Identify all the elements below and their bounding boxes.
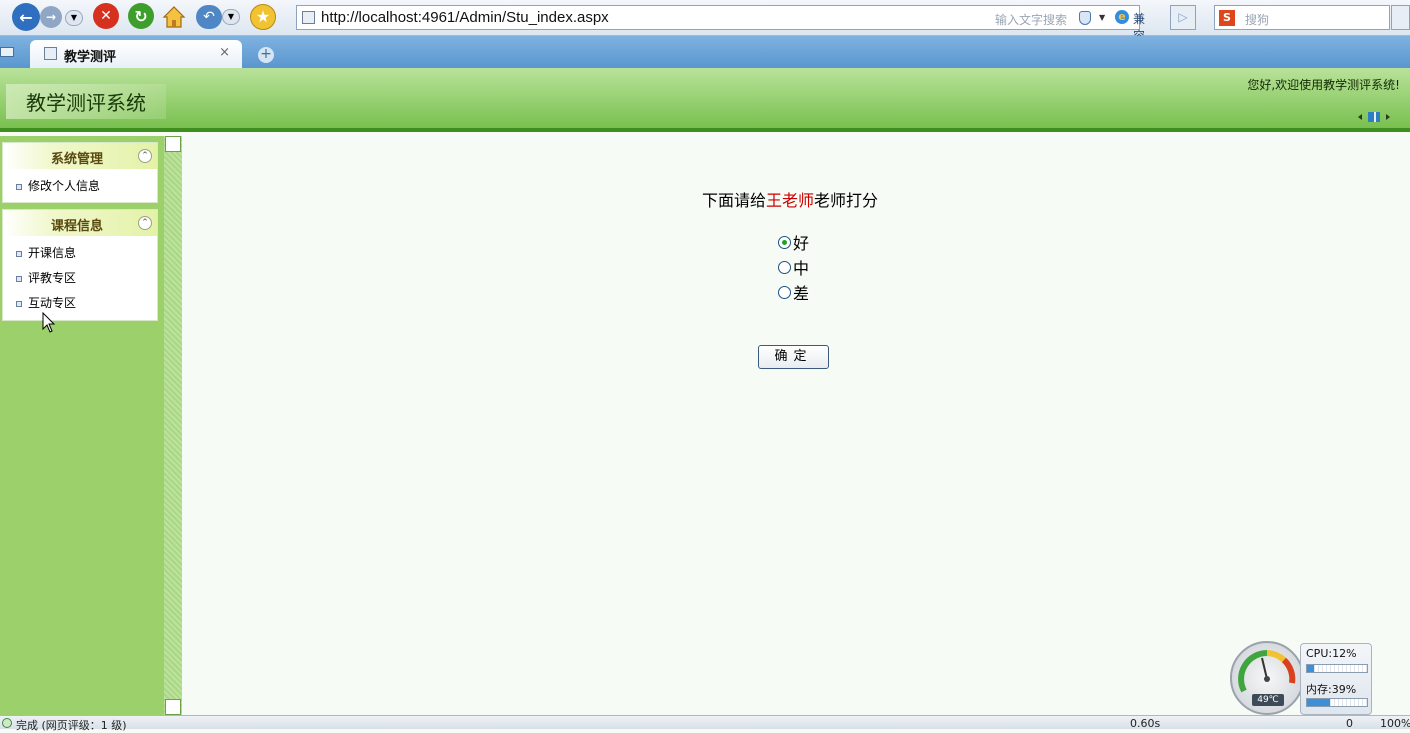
history-dropdown-icon[interactable]: ▼ — [65, 10, 83, 26]
rating-option-medium[interactable]: 中 — [778, 256, 809, 278]
radio-label: 差 — [793, 284, 810, 303]
new-tab-icon[interactable]: + — [258, 47, 274, 63]
welcome-text: 您好,欢迎使用教学测评系统! — [1247, 78, 1400, 92]
tab-bar: 教学测评 × + — [0, 36, 1410, 68]
confirm-button[interactable]: 确定 — [758, 345, 829, 369]
sidebar-item-label: 修改个人信息 — [28, 179, 101, 193]
prompt-prefix: 下面请给 — [702, 191, 767, 210]
cpu-bar — [1306, 664, 1368, 673]
cpu-bar-fill — [1307, 665, 1315, 672]
forward-icon[interactable]: → — [40, 6, 62, 28]
address-search-hint: 输入文字搜索 — [995, 13, 1068, 27]
rating-prompt: 下面请给王老师老师打分 — [702, 187, 878, 211]
bullet-icon — [16, 184, 22, 190]
splitter-bottom-handle[interactable] — [165, 699, 181, 715]
splitter-top-handle[interactable] — [165, 136, 181, 152]
radio-label: 好 — [793, 234, 810, 253]
cpu-label: CPU:12% — [1306, 647, 1357, 660]
cpu-gauge: 49℃ — [1230, 641, 1304, 715]
panel-header[interactable]: 课程信息 ⌃ — [3, 210, 157, 236]
system-monitor-widget[interactable]: 49℃ CPU:12% 内存:39% — [1230, 641, 1372, 715]
favorites-star-icon[interactable]: ★ — [250, 4, 276, 30]
home-icon[interactable] — [161, 4, 187, 30]
panel-title: 课程信息 — [50, 219, 103, 234]
shield-icon — [1079, 11, 1091, 25]
temperature-readout: 49℃ — [1252, 694, 1284, 706]
prompt-suffix: 老师打分 — [814, 191, 879, 210]
refresh-icon[interactable]: ↻ — [128, 3, 154, 29]
header-nav-arrows[interactable] — [1358, 111, 1390, 122]
search-box[interactable]: S 搜狗 — [1214, 5, 1390, 30]
memory-bar-fill — [1307, 699, 1331, 706]
go-icon[interactable]: ▷ — [1170, 5, 1196, 30]
panel-title: 系统管理 — [50, 152, 103, 167]
url-text[interactable]: http://localhost:4961/Admin/Stu_index.as… — [321, 9, 609, 26]
rating-option-good[interactable]: 好 — [778, 231, 809, 253]
done-icon — [2, 718, 12, 728]
status-text: 完成 (网页评级：1 级) — [16, 719, 127, 732]
radio-label: 中 — [793, 259, 810, 278]
sidebar: 系统管理 ⌃ 修改个人信息 课程信息 ⌃ 开课信息 评教专区 互动专区 — [0, 136, 164, 715]
rating-option-poor[interactable]: 差 — [778, 281, 809, 303]
status-count: 0 — [1346, 717, 1353, 730]
tab-active[interactable]: 教学测评 × — [30, 40, 242, 68]
site-header: 教学测评系统 您好,欢迎使用教学测评系统! — [0, 68, 1410, 132]
main-content: 下面请给王老师老师打分 好 中 差 确定 — [182, 136, 1410, 715]
collapse-icon[interactable]: ⌃ — [138, 216, 152, 230]
bullet-icon — [16, 251, 22, 257]
system-title: 教学测评系统 — [6, 84, 166, 119]
search-button[interactable] — [1391, 5, 1410, 30]
radio-medium[interactable] — [778, 260, 791, 274]
tab-list-icon[interactable] — [0, 47, 14, 57]
back-icon[interactable]: ← — [12, 3, 40, 31]
panel-header[interactable]: 系统管理 ⌃ — [3, 143, 157, 169]
address-bar[interactable]: http://localhost:4961/Admin/Stu_index.as… — [296, 5, 1145, 43]
close-tab-icon[interactable]: × — [219, 45, 230, 60]
collapse-icon[interactable]: ⌃ — [138, 149, 152, 163]
zoom-level[interactable]: 100% — [1380, 717, 1410, 730]
mouse-cursor-icon — [42, 311, 56, 334]
radio-poor[interactable] — [778, 285, 791, 299]
page-icon — [302, 11, 315, 24]
sidebar-item-edit-profile[interactable]: 修改个人信息 — [3, 174, 157, 199]
radio-good[interactable] — [778, 235, 791, 249]
undo-close-icon[interactable]: ↶ — [196, 5, 222, 29]
sidebar-splitter[interactable] — [164, 136, 182, 715]
sogou-logo-icon: S — [1219, 10, 1235, 26]
page-icon — [44, 47, 57, 60]
dropdown-arrow-icon[interactable]: ▼ — [1099, 13, 1105, 22]
undo-dropdown-icon[interactable]: ▼ — [222, 9, 240, 25]
panel-system-management: 系统管理 ⌃ 修改个人信息 — [2, 142, 158, 203]
search-input[interactable]: 搜狗 — [1245, 11, 1269, 28]
tab-title: 教学测评 — [64, 50, 117, 65]
teacher-name: 王老师 — [766, 191, 815, 210]
panel-course-info: 课程信息 ⌃ 开课信息 评教专区 互动专区 — [2, 209, 158, 321]
sidebar-item-course-list[interactable]: 开课信息 — [3, 241, 157, 266]
stop-icon[interactable]: ✕ — [93, 3, 119, 29]
ie-compat-icon[interactable]: e — [1115, 10, 1129, 24]
sidebar-item-label: 评教专区 — [28, 271, 77, 285]
load-time: 0.60s — [1130, 717, 1161, 730]
status-bar: 完成 (网页评级：1 级) 0.60s 0 100% — [0, 715, 1410, 732]
sidebar-item-label: 互动专区 — [28, 296, 77, 310]
sidebar-item-label: 开课信息 — [28, 246, 77, 260]
sidebar-item-evaluation[interactable]: 评教专区 — [3, 266, 157, 291]
memory-bar — [1306, 698, 1368, 707]
memory-label: 内存:39% — [1306, 683, 1357, 696]
bullet-icon — [16, 301, 22, 307]
usage-panel: CPU:12% 内存:39% — [1300, 643, 1372, 715]
browser-toolbar: ← → ▼ ✕ ↻ ↶ ▼ ★ http://localhost:4961/Ad… — [0, 0, 1410, 43]
sidebar-item-interaction[interactable]: 互动专区 — [3, 291, 157, 316]
bullet-icon — [16, 276, 22, 282]
